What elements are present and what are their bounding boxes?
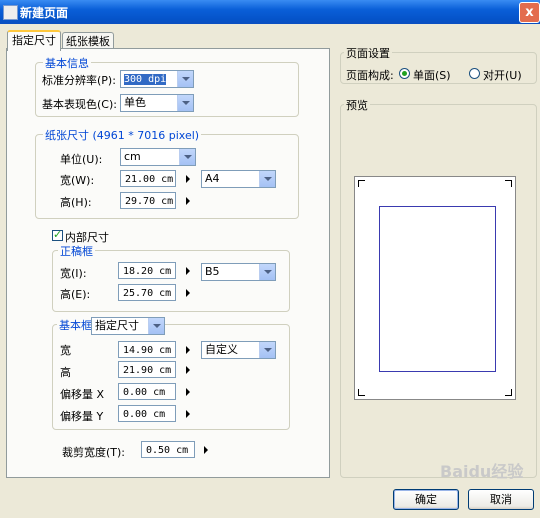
resolution-select[interactable]: 300 dpi: [120, 70, 194, 88]
spread-radio[interactable]: [469, 68, 480, 79]
base-template-value: 自定义: [205, 343, 238, 356]
page-layout-label: 页面构成:: [346, 69, 394, 82]
arrow-right-icon[interactable]: [186, 267, 190, 275]
ok-button[interactable]: 确定: [393, 489, 459, 510]
base-template-select[interactable]: 自定义: [201, 341, 276, 359]
page-settings-legend: 页面设置: [344, 45, 392, 61]
chevron-down-icon[interactable]: [259, 171, 275, 187]
draft-width-input[interactable]: 18.20 cm: [118, 262, 176, 279]
crop-mark-icon: [358, 180, 365, 187]
crop-mark-icon: [505, 180, 512, 187]
base-height-label: 高: [60, 366, 71, 379]
arrow-right-icon[interactable]: [186, 410, 190, 418]
offset-y-input[interactable]: 0.00 cm: [118, 405, 176, 422]
resolution-value: 300 dpi: [124, 74, 167, 85]
arrow-right-icon[interactable]: [186, 346, 190, 354]
arrow-right-icon[interactable]: [204, 446, 208, 454]
crop-mark-icon: [505, 389, 512, 396]
close-button[interactable]: x: [519, 2, 540, 23]
chevron-down-icon[interactable]: [259, 264, 275, 280]
base-frame-mode-select[interactable]: 指定尺寸: [91, 317, 165, 335]
arrow-right-icon[interactable]: [186, 289, 190, 297]
arrow-right-icon[interactable]: [186, 175, 190, 183]
inner-frame-preview: [379, 206, 496, 372]
single-page-label[interactable]: 单面(S): [413, 67, 451, 83]
preview-legend: 预览: [344, 97, 370, 113]
tab-specified-size[interactable]: 指定尺寸: [7, 30, 61, 51]
paper-height-label: 高(H):: [60, 196, 92, 209]
page-preview: [354, 176, 516, 400]
base-frame-legend: 基本框: [57, 317, 94, 333]
offset-y-label: 偏移量 Y: [60, 410, 104, 423]
unit-label: 单位(U):: [60, 153, 103, 166]
draft-frame-legend: 正稿框: [58, 243, 95, 259]
chevron-down-icon[interactable]: [179, 149, 195, 165]
inner-size-checkbox[interactable]: [52, 228, 63, 241]
draft-height-input[interactable]: 25.70 cm: [118, 284, 176, 301]
chevron-down-icon[interactable]: [259, 342, 275, 358]
draft-height-label: 高(E):: [60, 288, 91, 301]
cancel-button[interactable]: 取消: [468, 489, 534, 510]
app-icon: [3, 5, 18, 20]
paper-size-legend: 纸张尺寸 (4961 * 7016 pixel): [43, 127, 202, 143]
color-label: 基本表现色(C):: [42, 98, 117, 111]
color-value: 单色: [124, 96, 146, 109]
color-select[interactable]: 单色: [120, 94, 194, 112]
paper-height-input[interactable]: 29.70 cm: [120, 192, 176, 209]
paper-template-select[interactable]: A4: [201, 170, 276, 188]
bleed-input[interactable]: 0.50 cm: [141, 441, 195, 458]
watermark: Baidu经验: [440, 462, 524, 481]
draft-template-select[interactable]: B5: [201, 263, 276, 281]
base-width-input[interactable]: 14.90 cm: [118, 341, 176, 358]
arrow-right-icon[interactable]: [186, 388, 190, 396]
base-frame-mode-value: 指定尺寸: [95, 319, 139, 332]
unit-select[interactable]: cm: [120, 148, 196, 166]
offset-x-label: 偏移量 X: [60, 388, 105, 401]
draft-frame-group: [52, 250, 290, 312]
unit-value: cm: [124, 150, 141, 163]
bleed-label: 裁剪宽度(T):: [62, 446, 126, 459]
spread-label[interactable]: 对开(U): [483, 67, 522, 83]
paper-width-input[interactable]: 21.00 cm: [120, 170, 176, 187]
draft-template-value: B5: [205, 265, 220, 278]
offset-x-input[interactable]: 0.00 cm: [118, 383, 176, 400]
arrow-right-icon[interactable]: [186, 366, 190, 374]
base-width-label: 宽: [60, 344, 71, 357]
single-page-radio[interactable]: [399, 68, 410, 79]
chevron-down-icon[interactable]: [177, 71, 193, 87]
draft-width-label: 宽(I):: [60, 267, 87, 280]
base-height-input[interactable]: 21.90 cm: [118, 361, 176, 378]
paper-width-label: 宽(W):: [60, 174, 95, 187]
crop-mark-icon: [358, 389, 365, 396]
title-bar: 新建页面 x: [0, 0, 540, 24]
arrow-right-icon[interactable]: [186, 197, 190, 205]
resolution-label: 标准分辨率(P):: [42, 74, 116, 87]
paper-template-value: A4: [205, 172, 220, 185]
window-title: 新建页面: [20, 6, 69, 20]
chevron-down-icon[interactable]: [177, 95, 193, 111]
chevron-down-icon[interactable]: [148, 318, 164, 334]
basic-info-legend: 基本信息: [43, 55, 91, 71]
